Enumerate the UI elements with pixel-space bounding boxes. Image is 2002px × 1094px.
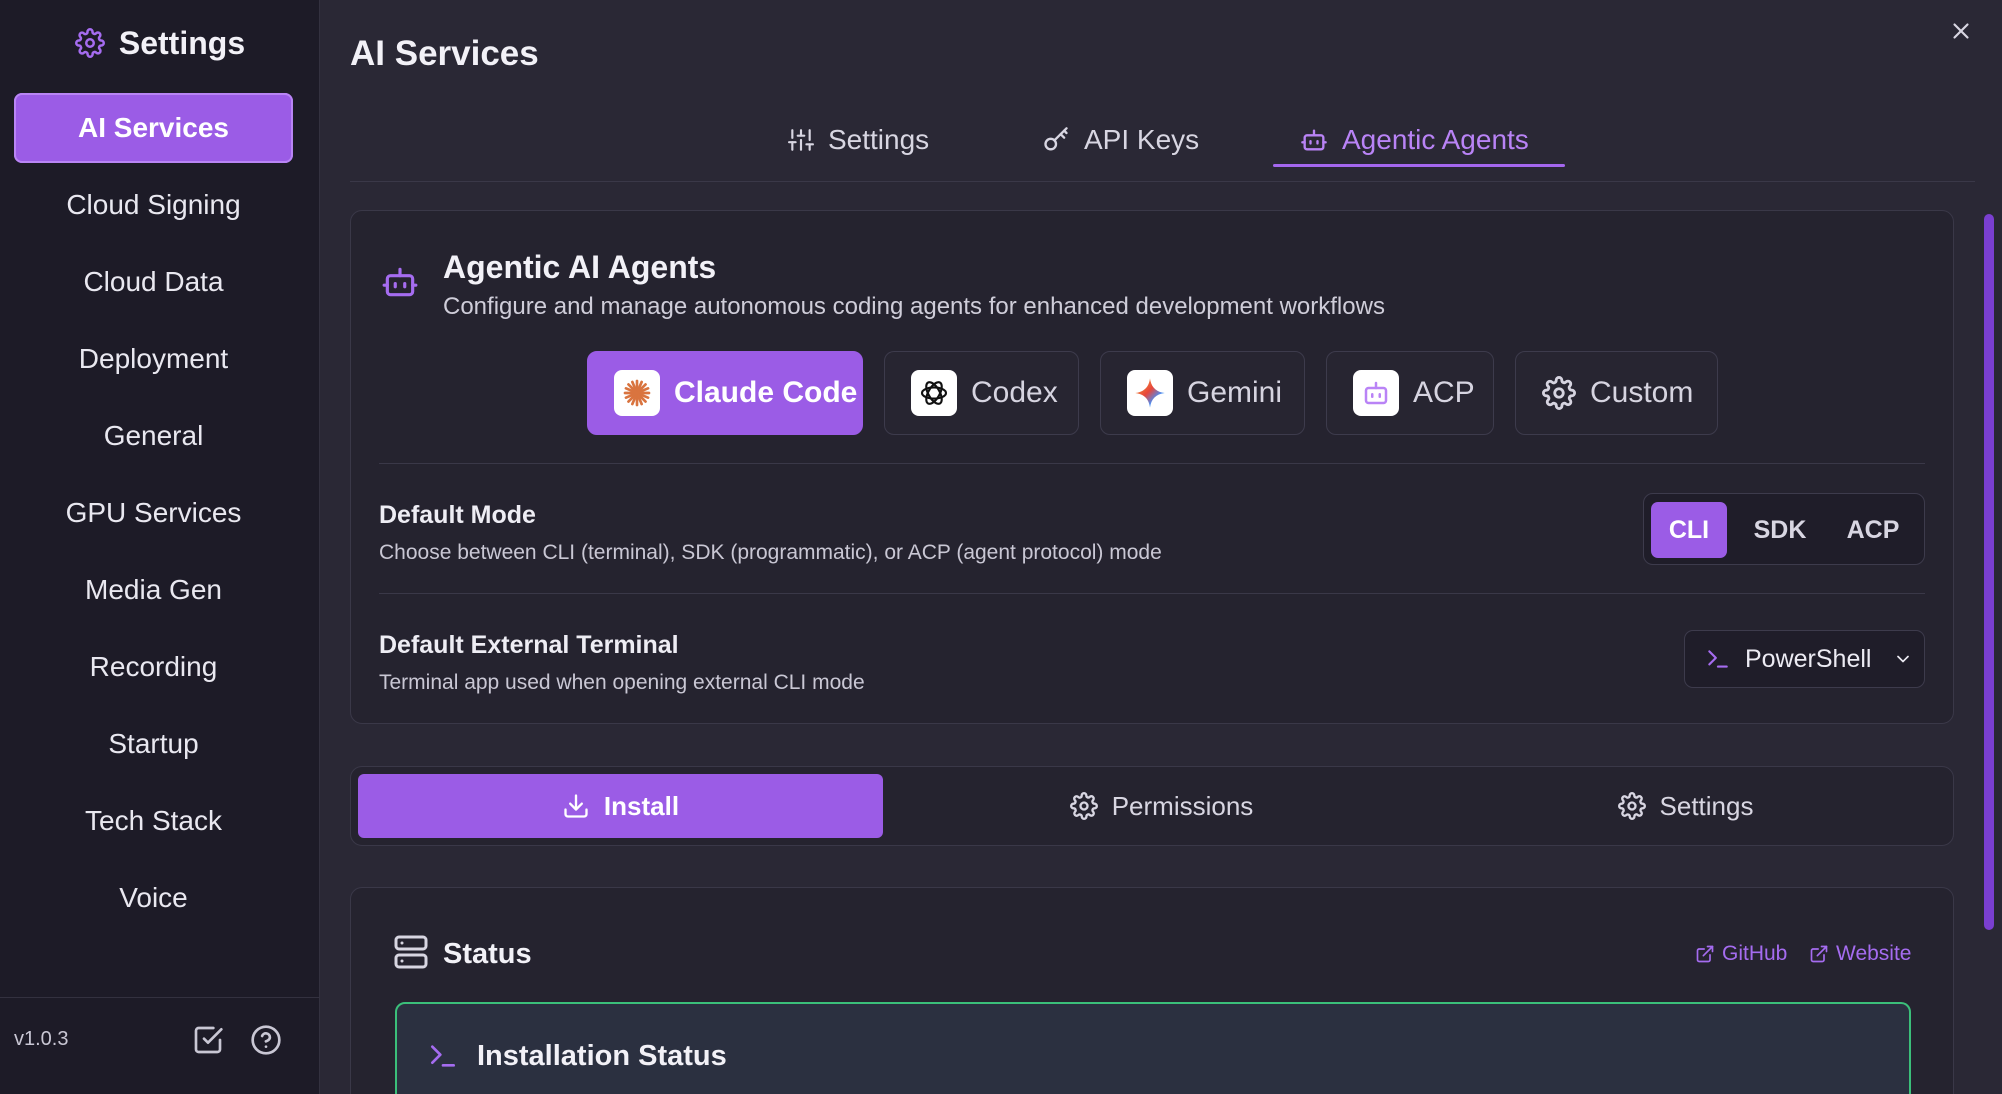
agent-acp-button[interactable]: ACP <box>1326 351 1494 435</box>
subtab-label: Install <box>603 790 680 821</box>
terminal-icon <box>1705 646 1731 672</box>
version-label: v1.0.3 <box>14 1028 69 1050</box>
default-terminal-title: Default External Terminal <box>379 631 679 659</box>
mode-acp-option[interactable]: ACP <box>1830 502 1916 558</box>
agent-subtab-bar: Install Permissions Settings <box>350 766 1954 846</box>
agent-label: Custom <box>1590 376 1694 409</box>
mode-cli-option[interactable]: CLI <box>1651 502 1727 558</box>
gear-icon <box>1069 792 1098 820</box>
key-icon <box>1042 126 1070 154</box>
tab-api-keys[interactable]: API Keys <box>1042 110 1199 170</box>
agent-label: Gemini <box>1187 376 1283 409</box>
openai-logo-icon <box>911 370 957 416</box>
claude-logo-icon <box>614 370 660 416</box>
sidebar-item-gpu-services[interactable]: GPU Services <box>14 478 293 548</box>
sidebar-item-recording[interactable]: Recording <box>14 632 293 702</box>
sidebar: Settings AI Services Cloud Signing Cloud… <box>0 0 320 1094</box>
sliders-icon <box>788 127 814 153</box>
checkbox-icon[interactable] <box>192 1024 224 1056</box>
agent-label: ACP <box>1413 376 1475 409</box>
gear-icon <box>74 28 105 58</box>
page-title: AI Services <box>350 34 539 73</box>
gear-icon <box>1617 792 1646 820</box>
bot-icon <box>381 263 419 301</box>
default-mode-title: Default Mode <box>379 501 536 529</box>
external-link-icon <box>1809 944 1829 964</box>
download-icon <box>562 792 590 820</box>
sidebar-item-voice[interactable]: Voice <box>14 863 293 933</box>
sidebar-nav: AI Services Cloud Signing Cloud Data Dep… <box>14 93 293 940</box>
agents-subtitle: Configure and manage autonomous coding a… <box>443 293 1385 320</box>
subtab-label: Settings <box>1659 790 1754 821</box>
tab-bar: Settings API Keys Agentic Agents <box>350 100 1975 182</box>
sidebar-title: Settings <box>118 24 246 61</box>
agent-custom-button[interactable]: Custom <box>1515 351 1718 435</box>
sidebar-item-ai-services[interactable]: AI Services <box>14 93 293 163</box>
agentic-agents-card: Agentic AI Agents Configure and manage a… <box>350 210 1954 724</box>
active-tab-indicator <box>1273 164 1565 167</box>
github-link[interactable]: GitHub <box>1695 942 1787 966</box>
tab-label: Agentic Agents <box>1342 124 1529 155</box>
server-icon <box>393 934 429 970</box>
divider <box>379 463 1925 464</box>
sidebar-item-media-gen[interactable]: Media Gen <box>14 555 293 625</box>
terminal-select-value: PowerShell <box>1745 644 1872 673</box>
installation-status-box: Installation Status <box>395 1002 1911 1094</box>
external-link-icon <box>1695 944 1715 964</box>
scrollbar-thumb[interactable] <box>1984 214 1994 930</box>
status-card: Status GitHub Website Installation Statu… <box>350 887 1954 1094</box>
agent-claude-code-button[interactable]: Claude Code <box>587 351 863 435</box>
link-label: GitHub <box>1722 942 1788 965</box>
subtab-settings[interactable]: Settings <box>1423 774 1948 838</box>
tab-label: API Keys <box>1084 124 1200 155</box>
agent-label: Claude Code <box>674 376 858 409</box>
sidebar-item-cloud-data[interactable]: Cloud Data <box>14 247 293 317</box>
default-terminal-description: Terminal app used when opening external … <box>379 671 865 694</box>
agent-codex-button[interactable]: Codex <box>884 351 1079 435</box>
sidebar-item-deployment[interactable]: Deployment <box>14 324 293 394</box>
terminal-icon <box>427 1040 459 1072</box>
sidebar-item-general[interactable]: General <box>14 401 293 471</box>
subtab-permissions[interactable]: Permissions <box>899 774 1424 838</box>
gear-icon <box>1542 376 1576 410</box>
bot-icon <box>1353 370 1399 416</box>
divider <box>379 593 1925 594</box>
default-mode-description: Choose between CLI (terminal), SDK (prog… <box>379 541 1162 564</box>
tab-label: Settings <box>828 124 930 155</box>
mode-sdk-option[interactable]: SDK <box>1740 502 1820 558</box>
chevron-down-icon <box>1893 649 1913 669</box>
sidebar-header: Settings <box>0 22 320 64</box>
mode-segmented-control: CLI SDK ACP <box>1643 493 1925 565</box>
link-label: Website <box>1836 942 1912 965</box>
agent-label: Codex <box>971 376 1058 409</box>
sidebar-item-tech-stack[interactable]: Tech Stack <box>14 786 293 856</box>
agents-title: Agentic AI Agents <box>443 249 717 285</box>
close-icon[interactable] <box>1948 18 1974 44</box>
agent-gemini-button[interactable]: Gemini <box>1100 351 1305 435</box>
terminal-select[interactable]: PowerShell <box>1684 630 1925 688</box>
gemini-logo-icon <box>1127 370 1173 416</box>
tab-settings[interactable]: Settings <box>788 110 929 170</box>
status-title: Status <box>443 938 532 970</box>
subtab-label: Permissions <box>1111 790 1254 821</box>
sidebar-item-startup[interactable]: Startup <box>14 709 293 779</box>
bot-icon <box>1300 126 1328 154</box>
sidebar-footer: v1.0.3 <box>0 997 320 1094</box>
installation-status-title: Installation Status <box>477 1040 727 1072</box>
sidebar-item-cloud-signing[interactable]: Cloud Signing <box>14 170 293 240</box>
subtab-install[interactable]: Install <box>358 774 883 838</box>
website-link[interactable]: Website <box>1809 942 1911 966</box>
tab-agentic-agents[interactable]: Agentic Agents <box>1300 110 1529 170</box>
help-icon[interactable] <box>250 1024 282 1056</box>
